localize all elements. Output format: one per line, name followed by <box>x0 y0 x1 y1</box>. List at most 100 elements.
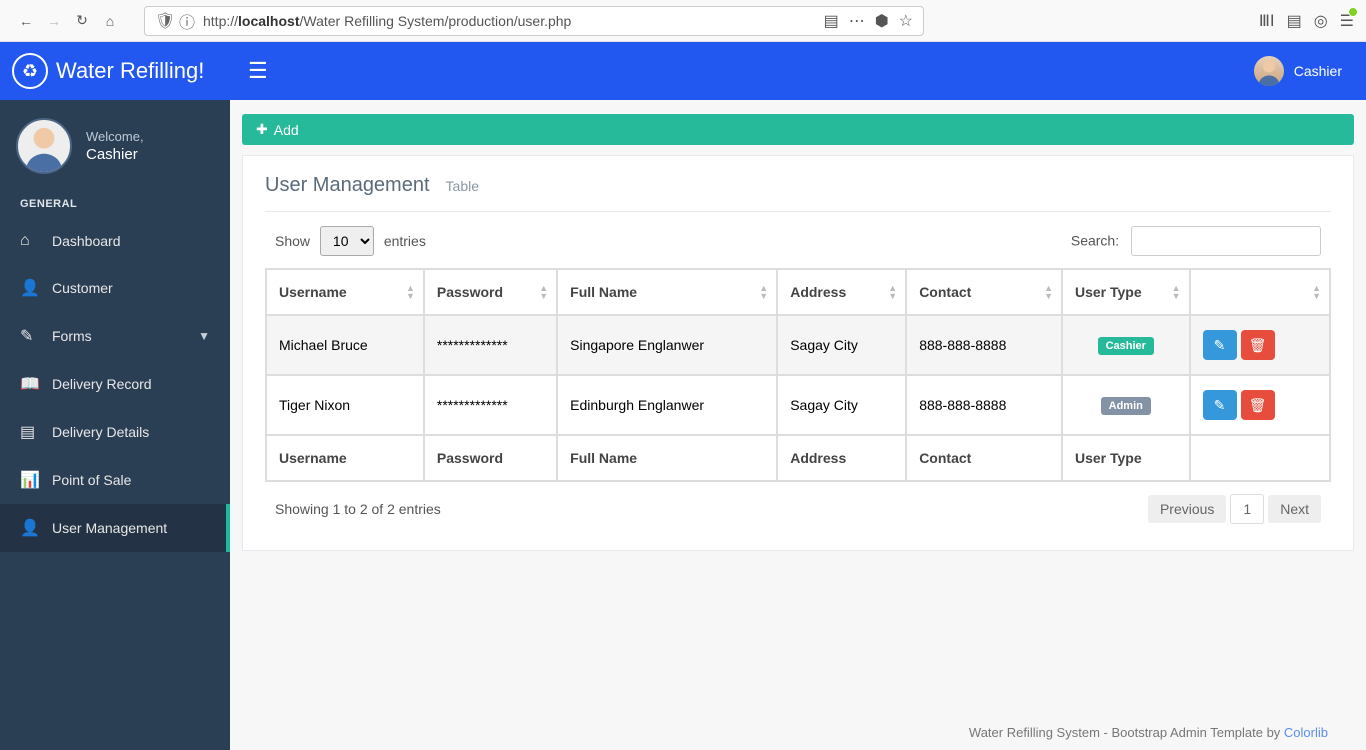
account-icon[interactable]: ◎ <box>1314 11 1328 31</box>
sidebar-item-delivery-record[interactable]: 📖 Delivery Record <box>0 360 230 408</box>
url-text: http://localhost/Water Refilling System/… <box>203 13 571 29</box>
delete-button[interactable]: 🗑 <box>1241 390 1275 420</box>
edit-icon: ✎ <box>20 326 44 346</box>
welcome-text: Welcome, <box>86 129 144 144</box>
cell-usertype: Admin <box>1062 375 1190 435</box>
foot-address: Address <box>777 435 906 481</box>
cell-actions: ✎🗑 <box>1190 315 1330 375</box>
shield-icon: 🛡 <box>155 11 173 31</box>
usertype-badge: Admin <box>1101 397 1151 415</box>
sort-icon: ▲▼ <box>1172 284 1181 300</box>
brand[interactable]: ♻ Water Refilling! <box>0 42 230 100</box>
app-header: ♻ Water Refilling! ☰ Cashier <box>0 42 1366 100</box>
profile-block: Welcome, Cashier <box>0 100 230 188</box>
col-fullname[interactable]: Full Name▲▼ <box>557 269 777 315</box>
edit-button[interactable]: ✎ <box>1203 390 1237 420</box>
browser-toolbar: ← → ↻ ⌂ 🛡 ⓘ http://localhost/Water Refil… <box>0 0 1366 42</box>
sidebar-icon[interactable]: ▤ <box>1287 11 1302 31</box>
cell-contact: 888-888-8888 <box>906 315 1062 375</box>
page-size-select[interactable]: 10 <box>320 226 374 256</box>
sort-icon: ▲▼ <box>406 284 415 300</box>
foot-usertype: User Type <box>1062 435 1190 481</box>
cell-usertype: Cashier <box>1062 315 1190 375</box>
dots-icon[interactable]: ⋯ <box>849 11 865 31</box>
sidebar-item-user-management[interactable]: 👤 User Management <box>0 504 230 552</box>
entries-label: entries <box>384 233 426 249</box>
col-contact[interactable]: Contact▲▼ <box>906 269 1062 315</box>
table-info: Showing 1 to 2 of 2 entries <box>275 501 441 517</box>
cell-address: Sagay City <box>777 315 906 375</box>
sidebar-item-customer[interactable]: 👤 Customer <box>0 264 230 312</box>
library-icon[interactable]: ⅢⅠ <box>1259 11 1275 31</box>
search-input[interactable] <box>1131 226 1321 256</box>
chevron-down-icon: ▼ <box>198 329 210 343</box>
sort-icon: ▲▼ <box>888 284 897 300</box>
cell-actions: ✎🗑 <box>1190 375 1330 435</box>
prev-button[interactable]: Previous <box>1148 495 1226 523</box>
delete-button[interactable]: 🗑 <box>1241 330 1275 360</box>
sidebar-item-point-of-sale[interactable]: 📊 Point of Sale <box>0 456 230 504</box>
chart-icon: 📊 <box>20 470 44 490</box>
info-icon: ⓘ <box>179 9 197 33</box>
reload-button[interactable]: ↻ <box>68 7 96 35</box>
cell-username: Tiger Nixon <box>266 375 424 435</box>
cell-username: Michael Bruce <box>266 315 424 375</box>
sidebar-item-dashboard[interactable]: ⌂ Dashboard <box>0 218 230 264</box>
sidebar-item-label: Delivery Details <box>52 424 149 440</box>
col-password[interactable]: Password▲▼ <box>424 269 557 315</box>
user-label[interactable]: Cashier <box>1294 63 1342 79</box>
cell-password: ************* <box>424 375 557 435</box>
foot-actions <box>1190 435 1330 481</box>
add-button[interactable]: ✚ Add <box>242 114 1354 145</box>
table-row: Tiger Nixon*************Edinburgh Englan… <box>266 375 1330 435</box>
users-table: Username▲▼ Password▲▼ Full Name▲▼ Addres… <box>265 268 1331 482</box>
bookmark-star-icon[interactable]: ☆ <box>899 11 913 31</box>
brand-title: Water Refilling! <box>56 58 204 84</box>
footer-text: Water Refilling System - Bootstrap Admin… <box>969 725 1284 740</box>
footer-link[interactable]: Colorlib <box>1284 725 1328 740</box>
next-button[interactable]: Next <box>1268 495 1321 523</box>
footer: Water Refilling System - Bootstrap Admin… <box>242 707 1354 750</box>
sidebar-item-label: User Management <box>52 520 167 536</box>
sidebar-item-delivery-details[interactable]: ▤ Delivery Details <box>0 408 230 456</box>
avatar-large <box>16 118 72 174</box>
cell-fullname: Singapore Englanwer <box>557 315 777 375</box>
sidebar-item-label: Dashboard <box>52 233 121 249</box>
table-row: Michael Bruce*************Singapore Engl… <box>266 315 1330 375</box>
search-control: Search: <box>1071 226 1321 256</box>
list-icon: ▤ <box>20 422 44 442</box>
sidebar: Welcome, Cashier GENERAL ⌂ Dashboard 👤 C… <box>0 100 230 750</box>
page-title: User Management <box>265 174 430 197</box>
address-bar[interactable]: 🛡 ⓘ http://localhost/Water Refilling Sys… <box>144 6 924 36</box>
menu-icon[interactable]: ☰ <box>1340 11 1354 31</box>
menu-toggle-button[interactable]: ☰ <box>248 58 268 84</box>
recycle-icon: ♻ <box>12 53 48 89</box>
sidebar-item-forms[interactable]: ✎ Forms ▼ <box>0 312 230 360</box>
user-icon: 👤 <box>20 518 44 538</box>
reader-icon[interactable]: ▤ <box>824 11 839 31</box>
edit-button[interactable]: ✎ <box>1203 330 1237 360</box>
col-actions[interactable]: ▲▼ <box>1190 269 1330 315</box>
col-usertype[interactable]: User Type▲▼ <box>1062 269 1190 315</box>
sort-icon: ▲▼ <box>539 284 548 300</box>
home-button[interactable]: ⌂ <box>96 7 124 35</box>
search-label: Search: <box>1071 233 1119 249</box>
welcome-name: Cashier <box>86 146 144 163</box>
cell-fullname: Edinburgh Englanwer <box>557 375 777 435</box>
back-button[interactable]: ← <box>12 7 40 35</box>
sort-icon: ▲▼ <box>1044 284 1053 300</box>
plus-icon: ✚ <box>256 121 268 138</box>
container-icon[interactable]: ⬢ <box>875 11 889 31</box>
col-username[interactable]: Username▲▼ <box>266 269 424 315</box>
pagination: Previous 1 Next <box>1148 494 1321 524</box>
col-address[interactable]: Address▲▼ <box>777 269 906 315</box>
avatar[interactable] <box>1254 56 1284 86</box>
home-icon: ⌂ <box>20 232 44 250</box>
usertype-badge: Cashier <box>1098 337 1154 355</box>
cell-contact: 888-888-8888 <box>906 375 1062 435</box>
sidebar-item-label: Point of Sale <box>52 472 131 488</box>
show-label: Show <box>275 233 310 249</box>
forward-button[interactable]: → <box>40 7 68 35</box>
page-1[interactable]: 1 <box>1230 494 1264 524</box>
sort-icon: ▲▼ <box>1312 284 1321 300</box>
